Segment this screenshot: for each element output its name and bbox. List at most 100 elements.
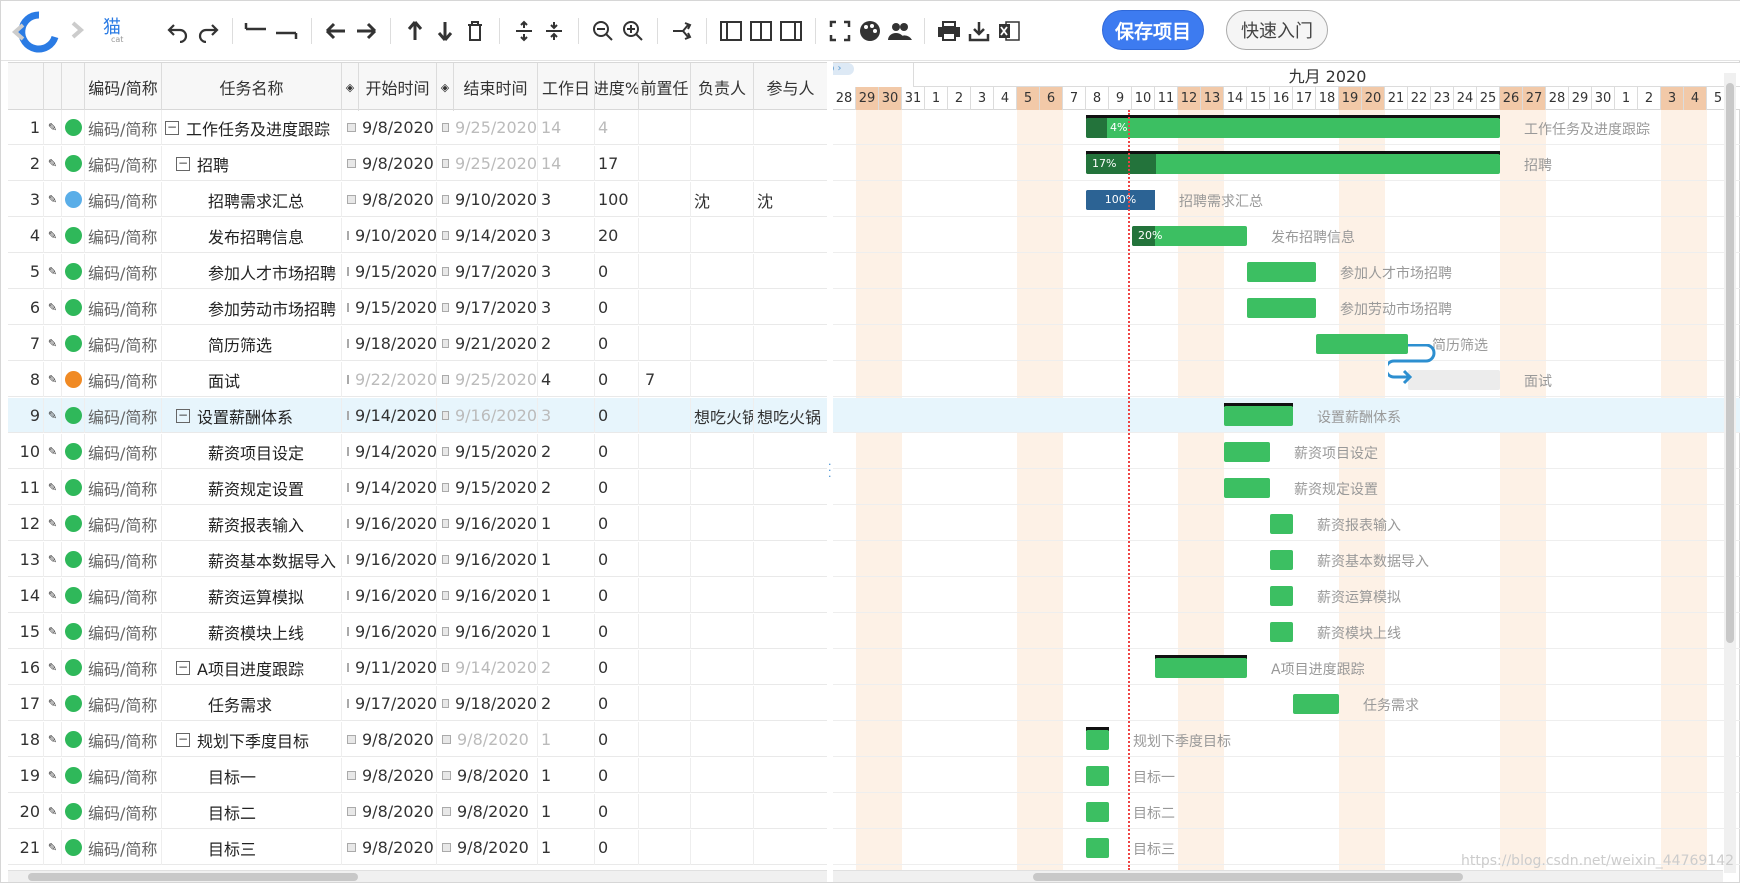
workdays-cell[interactable]: 1 <box>538 578 595 613</box>
code-cell[interactable]: 编码/简称 <box>85 254 162 289</box>
workdays-cell[interactable]: 3 <box>538 254 595 289</box>
end-checkbox[interactable] <box>442 627 449 636</box>
workdays-cell[interactable]: 4 <box>538 362 595 397</box>
edit-pencil-icon[interactable]: ✎ <box>44 110 62 145</box>
code-cell[interactable]: 编码/简称 <box>85 722 162 757</box>
participant-cell[interactable] <box>754 146 827 181</box>
start-time-cell[interactable]: 9/8/2020 <box>342 794 437 829</box>
task-bar[interactable] <box>1086 730 1109 750</box>
start-checkbox[interactable] <box>347 123 356 132</box>
start-checkbox[interactable] <box>347 807 356 816</box>
vertical-scrollbar[interactable] <box>1724 73 1736 873</box>
code-cell[interactable]: 编码/简称 <box>85 290 162 325</box>
task-name-cell[interactable]: 薪资规定设置 <box>162 470 342 505</box>
predecessor-cell[interactable] <box>639 758 691 793</box>
end-time-cell[interactable]: 9/21/2020 <box>437 326 538 361</box>
table-row[interactable]: 20 ✎ 编码/简称 目标二 9/8/2020 9/8/2020 1 0 <box>8 794 827 829</box>
owner-cell[interactable] <box>691 290 754 325</box>
start-checkbox[interactable] <box>347 303 349 312</box>
task-bar[interactable]: 100% <box>1086 190 1155 210</box>
expand-all-icon[interactable] <box>509 16 539 46</box>
task-name-cell[interactable]: 招聘需求汇总 <box>162 182 342 217</box>
timeline-scroll-handle-icon[interactable]: ‹ ● › <box>833 63 854 75</box>
code-cell[interactable]: 编码/简称 <box>85 362 162 397</box>
task-name-cell[interactable]: 任务需求 <box>162 686 342 721</box>
task-name-cell[interactable]: 参加人才市场招聘 <box>162 254 342 289</box>
code-cell[interactable]: 编码/简称 <box>85 326 162 361</box>
code-cell[interactable]: 编码/简称 <box>85 182 162 217</box>
grid-scroll-thumb[interactable] <box>28 873 358 881</box>
start-time-cell[interactable]: 9/8/2020 <box>342 722 437 757</box>
task-name-cell[interactable]: 薪资模块上线 <box>162 614 342 649</box>
table-row[interactable]: 6 ✎ 编码/简称 参加劳动市场招聘 9/15/2020 9/17/2020 3 0 <box>8 290 827 325</box>
participant-cell[interactable] <box>754 218 827 253</box>
owner-cell[interactable] <box>691 362 754 397</box>
task-name-cell[interactable]: − 设置薪酬体系 <box>162 398 342 433</box>
progress-cell[interactable]: 0 <box>595 686 639 721</box>
start-checkbox[interactable] <box>347 375 349 384</box>
start-time-cell[interactable]: 9/17/2020 <box>342 686 437 721</box>
predecessor-cell[interactable] <box>639 686 691 721</box>
collapse-toggle-icon[interactable]: − <box>165 120 179 135</box>
workdays-cell[interactable]: 1 <box>538 794 595 829</box>
gantt-horizontal-scrollbar[interactable] <box>833 870 1723 882</box>
task-name-cell[interactable]: 薪资运算模拟 <box>162 578 342 613</box>
delete-icon[interactable] <box>460 16 490 46</box>
owner-cell[interactable]: 想吃火锅 <box>691 398 754 433</box>
progress-cell[interactable]: 20 <box>595 218 639 253</box>
owner-cell[interactable] <box>691 686 754 721</box>
table-row[interactable]: 17 ✎ 编码/简称 任务需求 9/17/2020 9/18/2020 2 0 <box>8 686 827 721</box>
edit-pencil-icon[interactable]: ✎ <box>44 398 62 433</box>
participant-cell[interactable] <box>754 254 827 289</box>
task-bar[interactable] <box>1270 514 1293 534</box>
task-name-cell[interactable]: 参加劳动市场招聘 <box>162 290 342 325</box>
code-cell[interactable]: 编码/简称 <box>85 506 162 541</box>
participant-cell[interactable] <box>754 650 827 685</box>
task-name-cell[interactable]: 面试 <box>162 362 342 397</box>
code-cell[interactable]: 编码/简称 <box>85 542 162 577</box>
end-time-cell[interactable]: 9/25/2020 <box>437 110 538 145</box>
predecessor-cell[interactable] <box>639 578 691 613</box>
edit-pencil-icon[interactable]: ✎ <box>44 470 62 505</box>
end-checkbox[interactable] <box>442 519 449 528</box>
workdays-cell[interactable]: 3 <box>538 182 595 217</box>
start-checkbox[interactable] <box>347 339 349 348</box>
predecessor-cell[interactable] <box>639 398 691 433</box>
code-cell[interactable]: 编码/简称 <box>85 794 162 829</box>
code-cell[interactable]: 编码/简称 <box>85 650 162 685</box>
end-checkbox[interactable] <box>442 771 451 780</box>
redo-icon[interactable] <box>193 16 223 46</box>
start-time-cell[interactable]: 9/15/2020 <box>342 254 437 289</box>
layout-left-icon[interactable] <box>716 16 746 46</box>
predecessor-cell[interactable] <box>639 650 691 685</box>
end-checkbox[interactable] <box>442 339 449 348</box>
workdays-cell[interactable]: 2 <box>538 470 595 505</box>
workdays-cell[interactable]: 1 <box>538 542 595 577</box>
grid-horizontal-scrollbar[interactable] <box>8 870 828 882</box>
start-checkbox[interactable] <box>347 267 349 276</box>
end-time-cell[interactable]: 9/16/2020 <box>437 542 538 577</box>
start-checkbox[interactable] <box>347 663 349 672</box>
table-row[interactable]: 1 ✎ 编码/简称 − 工作任务及进度跟踪 9/8/2020 9/25/2020 14 4 <box>8 110 827 145</box>
workdays-cell[interactable]: 2 <box>538 686 595 721</box>
progress-cell[interactable]: 0 <box>595 254 639 289</box>
code-cell[interactable]: 编码/简称 <box>85 830 162 865</box>
owner-cell[interactable] <box>691 722 754 757</box>
task-bar[interactable] <box>1086 766 1109 786</box>
owner-cell[interactable] <box>691 146 754 181</box>
quick-start-button[interactable]: 快速入门 <box>1226 10 1328 50</box>
end-time-cell[interactable]: 9/14/2020 <box>437 650 538 685</box>
task-bar[interactable] <box>1270 622 1293 642</box>
end-checkbox[interactable] <box>442 123 449 132</box>
edit-pencil-icon[interactable]: ✎ <box>44 326 62 361</box>
owner-cell[interactable] <box>691 830 754 865</box>
end-time-cell[interactable]: 9/16/2020 <box>437 506 538 541</box>
table-row[interactable]: 8 ✎ 编码/简称 面试 9/22/2020 9/25/2020 4 0 7 <box>8 362 827 397</box>
start-checkbox[interactable] <box>347 159 356 168</box>
end-checkbox[interactable] <box>442 195 449 204</box>
workdays-cell[interactable]: 1 <box>538 506 595 541</box>
end-checkbox[interactable] <box>442 735 451 744</box>
participant-cell[interactable] <box>754 758 827 793</box>
header-task-name[interactable]: 任务名称 <box>162 63 342 111</box>
progress-cell[interactable]: 0 <box>595 398 639 433</box>
